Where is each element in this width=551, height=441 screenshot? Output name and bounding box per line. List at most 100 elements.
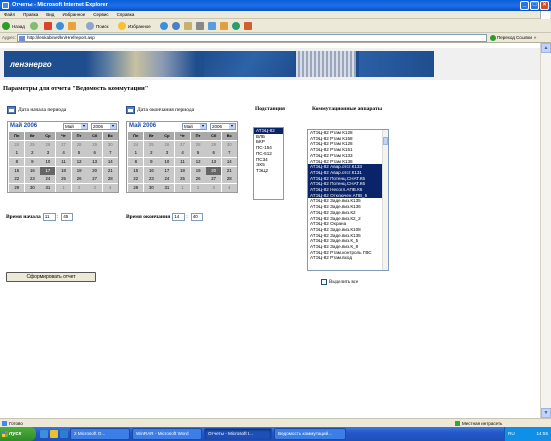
year-select[interactable]: 2006 ▼ <box>210 123 236 130</box>
calendar-day[interactable]: 21 <box>221 166 237 175</box>
close-button[interactable]: × <box>540 1 549 10</box>
menu-help[interactable]: Справка <box>113 11 139 19</box>
calendar-day[interactable]: 31 <box>159 183 175 192</box>
calendar-day[interactable]: 8 <box>9 158 25 167</box>
start-minutes-input[interactable]: 45 <box>61 213 74 221</box>
calendar-day[interactable]: 30 <box>24 183 40 192</box>
calendar-day[interactable]: 4 <box>102 183 118 192</box>
calendar-day[interactable]: 16 <box>24 166 40 175</box>
calendar-day[interactable]: 25 <box>143 140 159 149</box>
substation-option[interactable]: ТЭЦ2 <box>254 168 283 174</box>
search-button[interactable]: Поиск <box>86 21 108 31</box>
maximize-button[interactable]: □ <box>530 1 539 10</box>
print-button[interactable] <box>196 21 204 31</box>
minimize-button[interactable]: _ <box>520 1 529 10</box>
go-button[interactable]: Переход <box>490 34 515 42</box>
calendar-day[interactable]: 27 <box>175 140 191 149</box>
calendar-day[interactable]: 29 <box>87 140 103 149</box>
ie-quicklaunch-icon[interactable] <box>40 430 48 438</box>
month-select[interactable]: Май ▼ <box>182 123 207 130</box>
mail-button[interactable] <box>184 21 192 31</box>
calendar-day[interactable]: 9 <box>24 158 40 167</box>
calendar-day[interactable]: 1 <box>9 149 25 158</box>
messenger-button[interactable] <box>232 21 240 31</box>
calendar-day[interactable]: 3 <box>159 149 175 158</box>
calendar-day[interactable]: 8 <box>128 158 144 167</box>
calendar-day[interactable]: 11 <box>175 158 191 167</box>
calendar-day[interactable]: 15 <box>128 166 144 175</box>
calendar-day[interactable]: 10 <box>40 158 56 167</box>
calendar-day[interactable]: 27 <box>87 175 103 184</box>
calendar-day[interactable]: 3 <box>206 183 222 192</box>
calendar-day[interactable]: 6 <box>87 149 103 158</box>
links-button[interactable]: Ссылки <box>516 34 536 42</box>
calendar-day[interactable]: 1 <box>128 149 144 158</box>
calendar-day[interactable]: 7 <box>221 149 237 158</box>
listbox-scrollbar[interactable] <box>382 130 388 270</box>
calendar-day[interactable]: 20 <box>206 166 222 175</box>
calendar-day[interactable]: 4 <box>56 149 72 158</box>
calendar-day[interactable]: 2 <box>71 183 87 192</box>
generate-report-button[interactable]: Сформировать отчет <box>6 272 96 282</box>
calendar-day[interactable]: 23 <box>143 175 159 184</box>
calendar-day[interactable]: 25 <box>24 140 40 149</box>
calendar-day[interactable]: 30 <box>221 140 237 149</box>
calendar-day[interactable]: 30 <box>143 183 159 192</box>
checkbox-box[interactable] <box>321 279 327 285</box>
calendar-day[interactable]: 10 <box>159 158 175 167</box>
taskbar-item[interactable]: Ведомость коммутаций... <box>274 428 346 440</box>
calendar-day[interactable]: 12 <box>71 158 87 167</box>
calendar-day[interactable]: 5 <box>190 149 206 158</box>
select-all-checkbox[interactable]: Выделить все <box>321 279 358 285</box>
calendar-day[interactable]: 3 <box>87 183 103 192</box>
calendar-day[interactable]: 13 <box>206 158 222 167</box>
calendar-day[interactable]: 14 <box>102 158 118 167</box>
calendar-day[interactable]: 29 <box>206 140 222 149</box>
calendar-day[interactable]: 27 <box>56 140 72 149</box>
calendar-day[interactable]: 1 <box>175 183 191 192</box>
calendar-day[interactable]: 28 <box>102 175 118 184</box>
media-button[interactable] <box>160 21 168 31</box>
home-button[interactable] <box>68 21 76 31</box>
calendar-day[interactable]: 26 <box>159 140 175 149</box>
menu-favorites[interactable]: Избранное <box>58 11 89 19</box>
calendar-day[interactable]: 18 <box>175 166 191 175</box>
calendar-day[interactable]: 24 <box>159 175 175 184</box>
calendar-day[interactable]: 3 <box>40 149 56 158</box>
calendar-day[interactable]: 13 <box>87 158 103 167</box>
calendar-day[interactable]: 6 <box>206 149 222 158</box>
scroll-up-icon[interactable]: ▲ <box>541 43 551 53</box>
calendar-day[interactable]: 24 <box>9 140 25 149</box>
calendar-day[interactable]: 23 <box>24 175 40 184</box>
calendar-day[interactable]: 2 <box>143 149 159 158</box>
end-hours-input[interactable]: 14 <box>172 213 186 221</box>
calendar-day[interactable]: 21 <box>102 166 118 175</box>
discuss-button[interactable] <box>220 21 228 31</box>
calendar-day[interactable]: 24 <box>128 140 144 149</box>
calendar-day[interactable]: 29 <box>9 183 25 192</box>
back-button[interactable]: Назад <box>2 21 25 31</box>
address-input[interactable]: http://lenkabinet/kn/Hrefreport.asp <box>17 34 487 42</box>
calendar-day[interactable]: 28 <box>190 140 206 149</box>
calendar-day[interactable]: 26 <box>40 140 56 149</box>
calendar-day[interactable]: 4 <box>221 183 237 192</box>
taskbar-item[interactable]: WinRAR - Microsoft Word <box>132 428 202 440</box>
language-indicator[interactable]: RU <box>508 431 515 436</box>
calendar-day[interactable]: 4 <box>175 149 191 158</box>
calendar-day[interactable]: 22 <box>9 175 25 184</box>
calendar-day[interactable]: 19 <box>190 166 206 175</box>
calendar-day[interactable]: 27 <box>206 175 222 184</box>
calendar-day[interactable]: 12 <box>190 158 206 167</box>
calendar-day[interactable]: 11 <box>56 158 72 167</box>
calendar-day[interactable]: 24 <box>40 175 56 184</box>
calendar-day[interactable]: 17 <box>40 166 56 175</box>
menu-view[interactable]: Вид <box>42 11 58 19</box>
menu-edit[interactable]: Правка <box>19 11 42 19</box>
calendar-day[interactable]: 2 <box>190 183 206 192</box>
menu-tools[interactable]: Сервис <box>89 11 112 19</box>
taskbar-item-active[interactable]: Отчеты - Microsoft I... <box>204 428 272 440</box>
calendar-day[interactable]: 29 <box>128 183 144 192</box>
calendar-day[interactable]: 1 <box>56 183 72 192</box>
history-button[interactable] <box>172 21 180 31</box>
forward-button[interactable] <box>30 21 38 31</box>
